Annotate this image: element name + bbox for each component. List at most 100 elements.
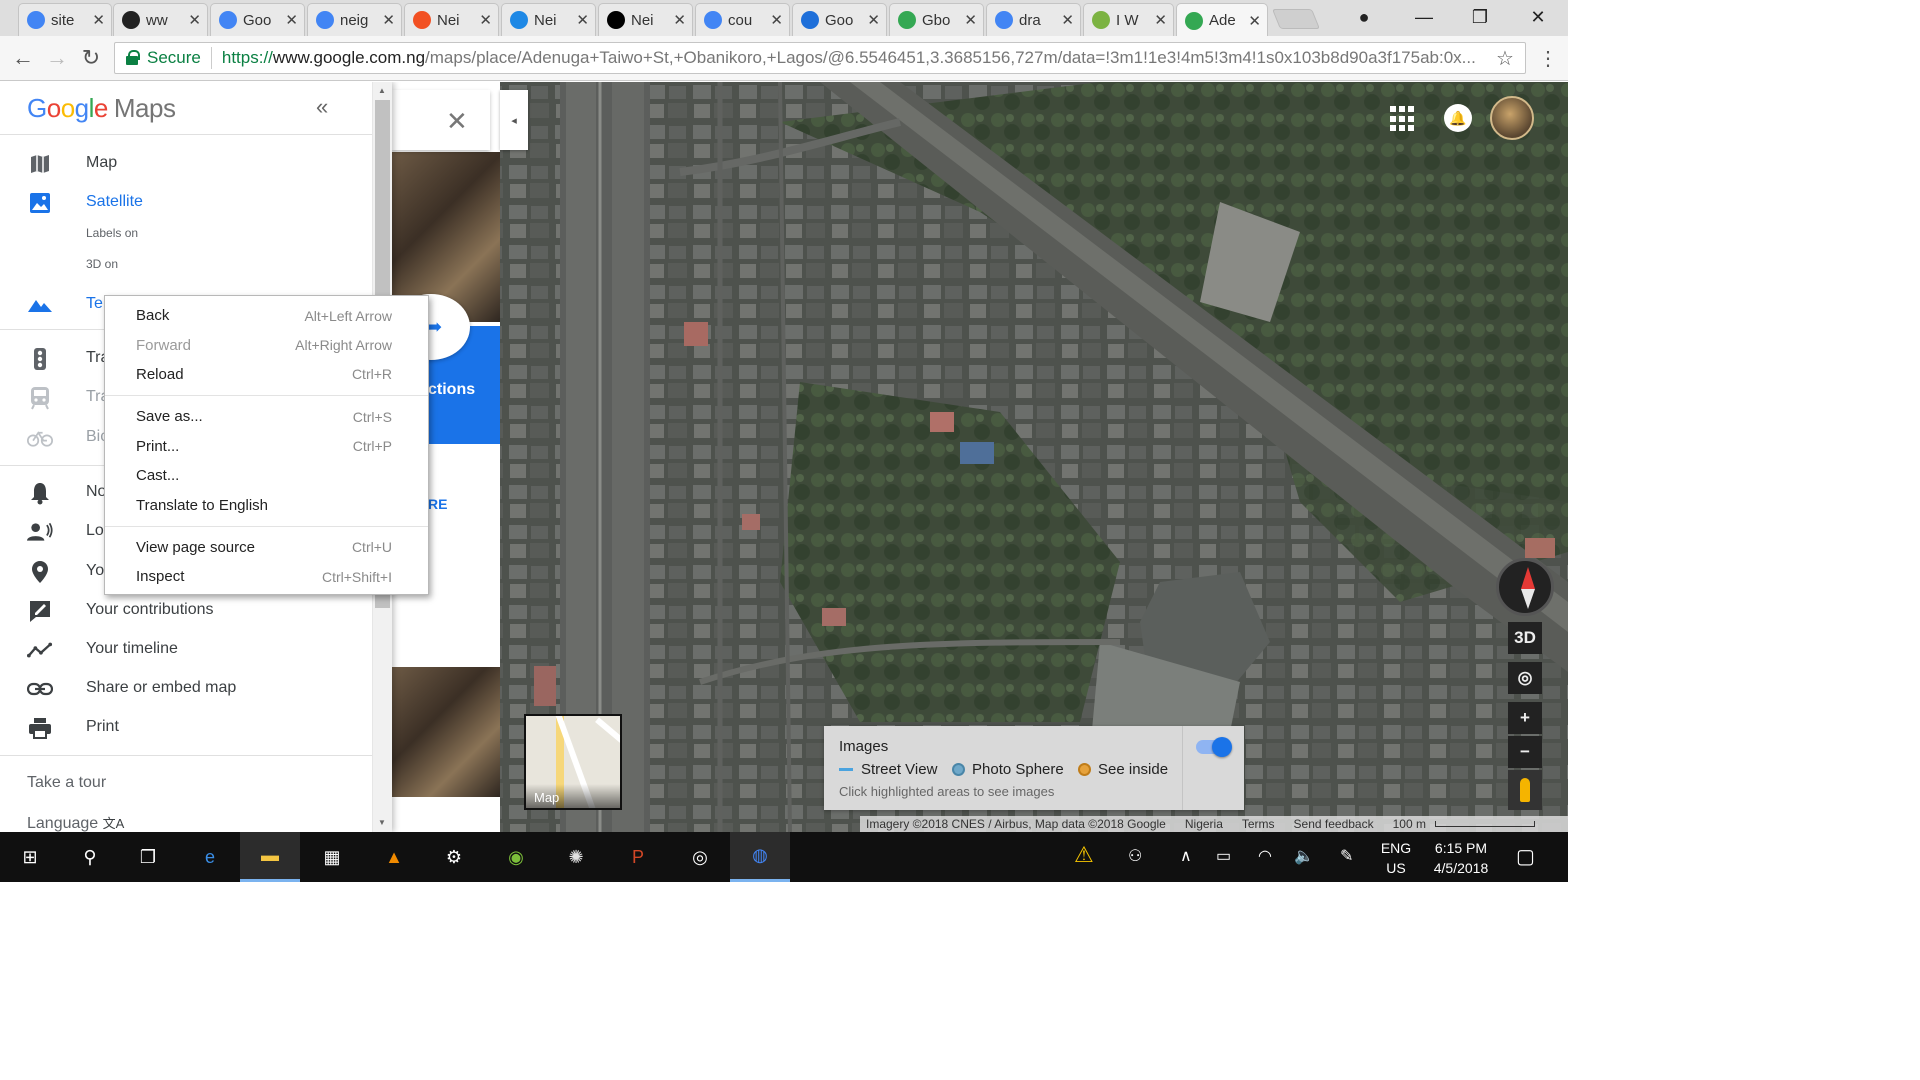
battery-icon[interactable]: ▭ [1216, 846, 1231, 866]
browser-tab[interactable]: Goo ✕ [792, 3, 887, 36]
browser-tab[interactable]: ww ✕ [113, 3, 208, 36]
taskbar-button[interactable]: ▦ [302, 832, 362, 882]
menu-item-print[interactable]: Print [0, 709, 372, 745]
taskbar-button[interactable]: ⚙ [424, 832, 484, 882]
context-save-as[interactable]: Save as... Ctrl+S [105, 402, 428, 431]
tab-close-icon[interactable]: ✕ [479, 11, 492, 29]
tab-close-icon[interactable]: ✕ [964, 11, 977, 29]
language-link[interactable]: Language 文A [27, 813, 124, 832]
tab-close-icon[interactable]: ✕ [188, 11, 201, 29]
menu-item-map[interactable]: Map [0, 145, 372, 181]
taskbar-button[interactable]: ✺ [546, 832, 606, 882]
back-button[interactable]: ← [8, 44, 38, 72]
taskbar-button[interactable]: ▬ [240, 832, 300, 882]
browser-menu-icon[interactable]: ⋮ [1538, 46, 1558, 71]
3d-on-option[interactable]: 3D on [86, 257, 118, 271]
browser-tab[interactable]: Ade ✕ [1176, 3, 1268, 37]
context-translate[interactable]: Translate to English [105, 490, 428, 519]
close-window-button[interactable]: ✕ [1512, 0, 1564, 34]
browser-tab[interactable]: I W ✕ [1083, 3, 1174, 36]
collapse-panel-button[interactable]: ◂ [500, 90, 528, 150]
taskbar-button[interactable]: ⊞ [0, 832, 60, 882]
pegman-icon[interactable] [1508, 770, 1542, 810]
labels-on-option[interactable]: Labels on [86, 226, 138, 240]
people-icon[interactable]: ⚇ [1128, 846, 1142, 866]
profile-icon[interactable]: ● [1338, 0, 1390, 34]
taskbar-button[interactable]: ◉ [486, 832, 546, 882]
tab-close-icon[interactable]: ✕ [576, 11, 589, 29]
reload-button[interactable]: ↻ [76, 44, 106, 72]
taskbar-button[interactable]: ◍ [730, 832, 790, 882]
browser-tab[interactable]: neig ✕ [307, 3, 402, 36]
browser-tab[interactable]: Gbo ✕ [889, 3, 984, 36]
menu-item-your-contributions[interactable]: Your contributions [0, 592, 372, 628]
input-language[interactable]: ENG US [1376, 838, 1416, 878]
3d-toggle-button[interactable]: 3D [1508, 622, 1542, 654]
volume-icon[interactable]: 🔈 [1294, 846, 1314, 866]
context-back[interactable]: Back Alt+Left Arrow [105, 301, 428, 330]
tab-close-icon[interactable]: ✕ [673, 11, 686, 29]
taskbar-button[interactable]: ▲ [364, 832, 424, 882]
context-inspect[interactable]: Inspect Ctrl+Shift+I [105, 562, 428, 591]
menu-item-share-embed[interactable]: Share or embed map [0, 670, 372, 706]
send-feedback-link[interactable]: Send feedback [1294, 817, 1374, 831]
search-box[interactable]: ✕ [392, 90, 490, 150]
compass-control[interactable] [1496, 558, 1554, 616]
my-location-button[interactable]: ◎ [1508, 662, 1542, 694]
tab-close-icon[interactable]: ✕ [770, 11, 783, 29]
scroll-up-icon[interactable]: ▲ [378, 86, 386, 95]
scale-label[interactable]: 100 m [1393, 817, 1426, 831]
taskbar-button[interactable]: e [180, 832, 240, 882]
minimize-button[interactable]: — [1398, 0, 1450, 34]
collapse-drawer-icon[interactable]: « [316, 94, 328, 120]
context-forward[interactable]: Forward Alt+Right Arrow [105, 330, 428, 359]
bookmark-star-icon[interactable]: ☆ [1485, 46, 1525, 71]
taskbar-button[interactable]: ❐ [118, 832, 178, 882]
terms-link[interactable]: Terms [1242, 817, 1275, 831]
tab-close-icon[interactable]: ✕ [1154, 11, 1167, 29]
tab-close-icon[interactable]: ✕ [1248, 12, 1261, 30]
tab-close-icon[interactable]: ✕ [1061, 11, 1074, 29]
google-apps-icon[interactable] [1390, 106, 1416, 132]
browser-tab[interactable]: site ✕ [18, 3, 112, 36]
browser-tab[interactable]: Nei ✕ [598, 3, 693, 36]
country-link[interactable]: Nigeria [1185, 817, 1223, 831]
browser-tab[interactable]: Nei ✕ [501, 3, 596, 36]
context-cast[interactable]: Cast... [105, 461, 428, 490]
avatar[interactable] [1490, 96, 1534, 140]
forward-button[interactable]: → [42, 44, 72, 72]
tab-close-icon[interactable]: ✕ [867, 11, 880, 29]
warning-icon[interactable]: ⚠ [1074, 842, 1094, 868]
action-center-icon[interactable]: ▢ [1516, 844, 1535, 869]
menu-item-satellite[interactable]: Satellite [0, 184, 372, 220]
place-photo[interactable] [392, 667, 500, 797]
tab-close-icon[interactable]: ✕ [92, 11, 105, 29]
taskbar-button[interactable]: ◎ [670, 832, 730, 882]
close-icon[interactable]: ✕ [446, 106, 468, 137]
show-hidden-icons-chevron-icon[interactable]: ∧ [1180, 846, 1192, 866]
pen-workspace-icon[interactable]: ✎ [1340, 846, 1353, 866]
wifi-icon[interactable]: ◠ [1258, 846, 1272, 866]
system-clock[interactable]: 6:15 PM 4/5/2018 [1424, 838, 1498, 878]
new-tab-button[interactable] [1271, 9, 1321, 29]
directions-label[interactable]: ctions [428, 381, 475, 399]
map-layer-switcher[interactable]: Map [524, 714, 622, 810]
images-toggle-switch[interactable] [1196, 737, 1232, 757]
zoom-in-button[interactable]: + [1508, 702, 1542, 734]
browser-tab[interactable]: Goo ✕ [210, 3, 305, 36]
address-bar[interactable]: Secure https://www.google.com.ng/maps/pl… [114, 42, 1526, 74]
zoom-out-button[interactable]: − [1508, 736, 1542, 768]
browser-tab[interactable]: cou ✕ [695, 3, 790, 36]
tab-close-icon[interactable]: ✕ [382, 11, 395, 29]
scroll-down-icon[interactable]: ▼ [378, 818, 386, 827]
context-reload[interactable]: Reload Ctrl+R [105, 360, 428, 389]
notifications-bell-icon[interactable]: 🔔 [1444, 104, 1472, 132]
more-link[interactable]: RE [428, 496, 447, 512]
taskbar-button[interactable]: P [608, 832, 668, 882]
url-text[interactable]: https://www.google.com.ng/maps/place/Ade… [222, 48, 1485, 68]
maximize-button[interactable]: ❐ [1454, 0, 1506, 34]
context-print[interactable]: Print... Ctrl+P [105, 432, 428, 461]
menu-item-your-timeline[interactable]: Your timeline [0, 631, 372, 667]
context-view-source[interactable]: View page source Ctrl+U [105, 533, 428, 562]
tab-close-icon[interactable]: ✕ [285, 11, 298, 29]
